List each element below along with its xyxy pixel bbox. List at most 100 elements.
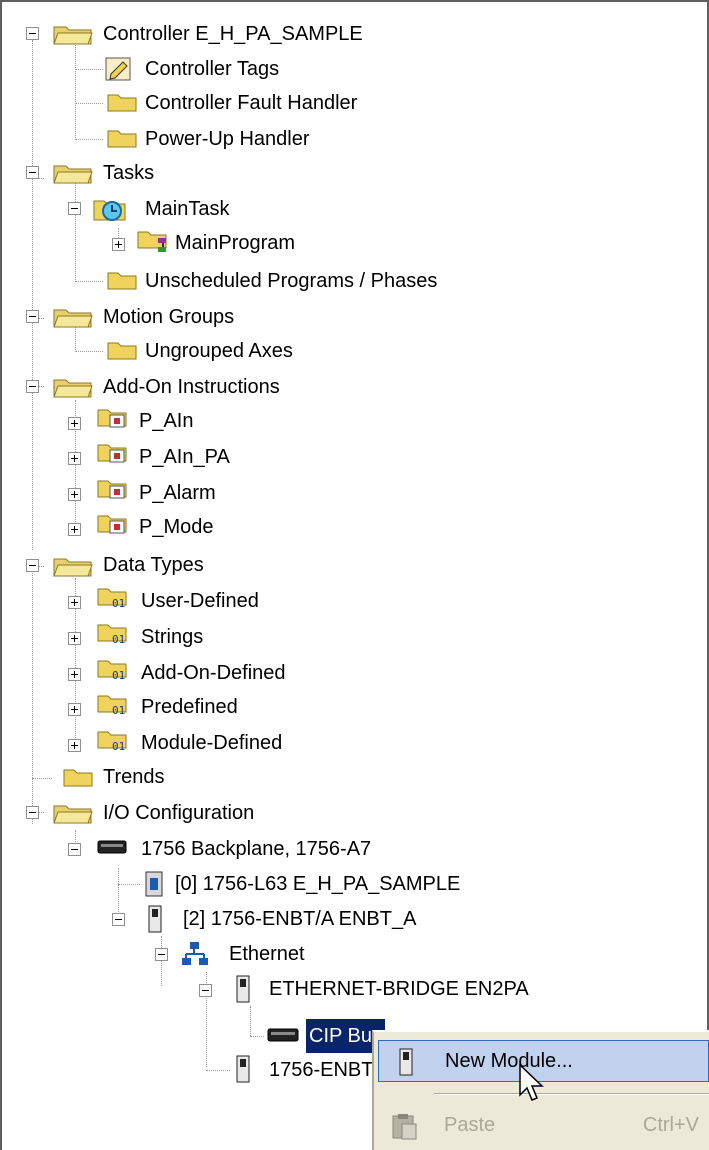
datatype-icon: 01 — [97, 588, 127, 610]
tree-item-p-ain[interactable]: P_AIn — [136, 404, 196, 438]
expand-toggle[interactable] — [68, 488, 81, 501]
folder-open-icon — [53, 558, 93, 577]
tree-item-ethernet[interactable]: Ethernet — [226, 937, 308, 971]
svg-text:01: 01 — [112, 704, 125, 717]
tree-item-label: Motion Groups — [103, 306, 235, 328]
tree-item-p-ain-pa[interactable]: P_AIn_PA — [136, 440, 233, 474]
collapse-toggle[interactable] — [26, 806, 39, 819]
tree-item-label: [0] 1756-L63 E_H_PA_SAMPLE — [175, 873, 461, 895]
tree-item-power-up-handler[interactable]: Power-Up Handler — [142, 122, 313, 156]
tree-item-label: Module-Defined — [141, 732, 283, 754]
tree-item-tasks[interactable]: Tasks — [100, 156, 157, 190]
tree-item-ethernet-bridge[interactable]: ETHERNET-BRIDGE EN2PA — [266, 972, 532, 1006]
expand-toggle[interactable] — [68, 452, 81, 465]
tree-item-unscheduled[interactable]: Unscheduled Programs / Phases — [142, 264, 440, 298]
tree-item-user-defined[interactable]: User-Defined — [138, 584, 262, 618]
collapse-toggle[interactable] — [26, 166, 39, 179]
network-icon — [182, 942, 208, 965]
folder-icon — [107, 342, 137, 360]
tree-item-label: Add-On Instructions — [103, 376, 280, 398]
tree-item-trends[interactable]: Trends — [100, 760, 168, 794]
expand-toggle[interactable] — [68, 417, 81, 430]
tree-item-strings[interactable]: Strings — [138, 620, 206, 654]
expand-toggle[interactable] — [68, 703, 81, 716]
tree-item-p-alarm[interactable]: P_Alarm — [136, 476, 219, 510]
tree-connector — [75, 103, 103, 104]
tree-item-module-defined[interactable]: Module-Defined — [138, 726, 285, 760]
tree-item-add-on-instructions[interactable]: Add-On Instructions — [100, 370, 283, 404]
collapse-toggle[interactable] — [26, 380, 39, 393]
tree-connector — [250, 1006, 251, 1036]
folder-open-icon — [53, 309, 93, 328]
expand-toggle[interactable] — [68, 668, 81, 681]
tree-item-add-on-defined[interactable]: Add-On-Defined — [138, 656, 289, 690]
collapse-toggle[interactable] — [26, 559, 39, 572]
collapse-toggle[interactable] — [112, 913, 125, 926]
tree-connector — [32, 778, 52, 779]
aoi-icon — [97, 515, 127, 534]
tree-item-label: Ungrouped Axes — [145, 340, 293, 362]
tree-connector — [75, 351, 103, 352]
folder-icon — [107, 94, 137, 112]
tree-item-l63-controller[interactable]: [0] 1756-L63 E_H_PA_SAMPLE — [172, 867, 463, 901]
tree-item-p-mode[interactable]: P_Mode — [136, 510, 217, 544]
tree-connector — [75, 40, 76, 140]
tree-item-label: Ethernet — [229, 943, 305, 965]
tree-item-label: Controller E_H_PA_SAMPLE — [103, 23, 363, 45]
menu-item-shortcut: Ctrl+V — [642, 1113, 699, 1136]
collapse-toggle[interactable] — [155, 948, 168, 961]
expand-toggle[interactable] — [112, 238, 125, 251]
tree-item-controller[interactable]: Controller E_H_PA_SAMPLE — [100, 17, 366, 51]
datatype-icon: 01 — [97, 731, 127, 753]
expand-toggle[interactable] — [68, 523, 81, 536]
tree-item-label: Power-Up Handler — [145, 128, 310, 150]
tree-item-maintask[interactable]: MainTask — [142, 192, 232, 226]
tree-item-label: Add-On-Defined — [141, 662, 286, 684]
expand-toggle[interactable] — [68, 739, 81, 752]
collapse-toggle[interactable] — [199, 984, 212, 997]
tree-connector — [250, 1036, 264, 1037]
tree-item-controller-tags[interactable]: Controller Tags — [142, 52, 282, 86]
collapse-toggle[interactable] — [68, 202, 81, 215]
aoi-icon — [97, 480, 127, 499]
tree-item-backplane[interactable]: 1756 Backplane, 1756-A7 — [138, 832, 374, 866]
aoi-icon — [97, 409, 127, 428]
collapse-toggle[interactable] — [68, 843, 81, 856]
tree-item-motion-groups[interactable]: Motion Groups — [100, 300, 237, 334]
tree-item-label: Strings — [141, 626, 204, 648]
tree-connector — [118, 868, 119, 918]
tree-connector — [75, 281, 103, 282]
tree-item-ungrouped-axes[interactable]: Ungrouped Axes — [142, 334, 296, 368]
project-tree: Controller E_H_PA_SAMPLE Controller Tags… — [0, 0, 709, 1150]
tree-item-label: P_Alarm — [139, 482, 216, 504]
tree-connector — [161, 936, 162, 986]
menu-item-label: Paste — [444, 1113, 496, 1136]
tree-item-data-types[interactable]: Data Types — [100, 548, 207, 582]
expand-toggle[interactable] — [68, 632, 81, 645]
collapse-toggle[interactable] — [26, 27, 39, 40]
svg-text:01: 01 — [112, 740, 125, 753]
tree-item-label: Data Types — [103, 554, 204, 576]
menu-item-paste[interactable]: Paste Ctrl+V — [378, 1104, 709, 1146]
tree-item-fault-handler[interactable]: Controller Fault Handler — [142, 86, 360, 120]
tree-connector — [75, 178, 76, 282]
tree-item-label: Trends — [103, 766, 165, 788]
folder-open-icon — [53, 379, 93, 398]
expand-toggle[interactable] — [68, 596, 81, 609]
tree-item-io-configuration[interactable]: I/O Configuration — [100, 796, 257, 830]
paste-icon — [392, 1114, 417, 1140]
tree-item-label: P_AIn — [139, 410, 194, 432]
folder-open-icon — [53, 165, 93, 184]
tree-item-label: P_Mode — [139, 516, 214, 538]
tree-item-1756-enbt[interactable]: 1756-ENBT — [266, 1053, 377, 1087]
tree-item-enbt-a[interactable]: [2] 1756-ENBT/A ENBT_A — [180, 902, 419, 936]
folder-open-icon — [53, 805, 93, 824]
collapse-toggle[interactable] — [26, 310, 39, 323]
aoi-icon — [97, 444, 127, 463]
tree-item-label: Unscheduled Programs / Phases — [145, 270, 438, 292]
bus-icon — [267, 1028, 299, 1042]
tree-item-predefined[interactable]: Predefined — [138, 690, 241, 724]
tree-item-label: [2] 1756-ENBT/A ENBT_A — [183, 908, 417, 930]
module-icon — [399, 1048, 413, 1076]
tree-item-mainprogram[interactable]: MainProgram — [172, 226, 298, 260]
